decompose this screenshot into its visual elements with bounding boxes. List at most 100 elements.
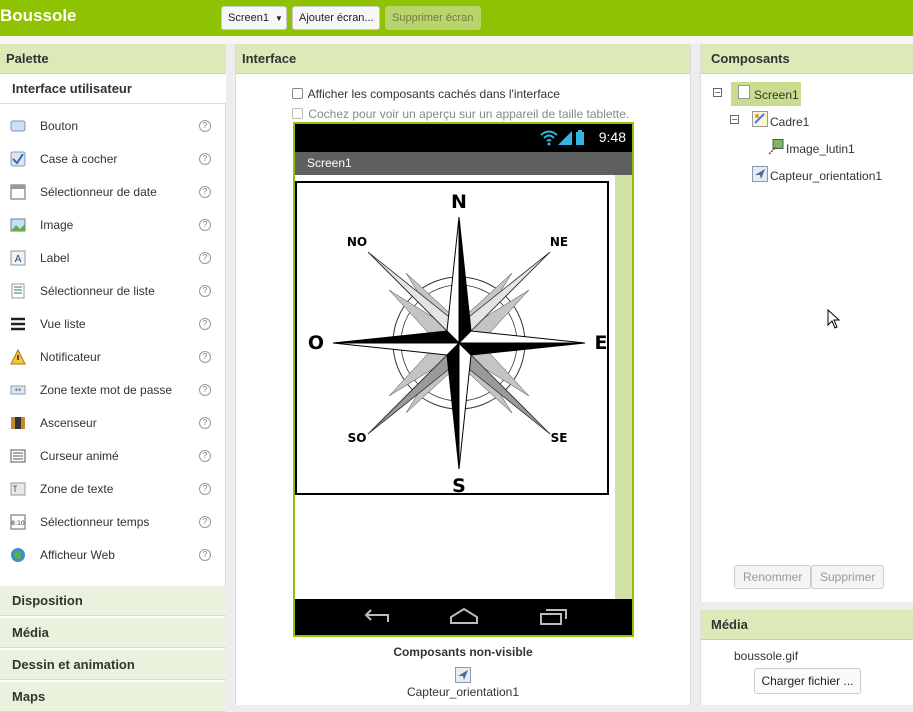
tree-item-image-lutin1[interactable]: Image_lutin1	[786, 142, 855, 156]
button-icon	[10, 120, 26, 132]
palette-item-case-à-cocher[interactable]: Case à cocher?	[0, 143, 226, 176]
back-icon[interactable]	[362, 607, 392, 627]
mouse-cursor-icon	[827, 309, 841, 329]
notifier-icon	[10, 349, 26, 365]
category-layout[interactable]: Disposition	[0, 586, 226, 616]
palette-item-label: Afficheur Web	[40, 548, 115, 562]
palette-item-label: Notificateur	[40, 350, 101, 364]
date-picker-icon	[10, 184, 26, 200]
help-icon[interactable]: ?	[199, 483, 211, 495]
canvas-icon	[752, 111, 768, 127]
palette-item-bouton[interactable]: Bouton?	[0, 110, 226, 143]
palette-item-label: Bouton	[40, 119, 79, 133]
palette-item-label[interactable]: A Label?	[0, 242, 226, 275]
list-picker-icon	[11, 283, 25, 299]
checkbox-icon	[10, 151, 26, 167]
media-file-item[interactable]: boussole.gif	[734, 649, 798, 663]
palette-item-notificateur[interactable]: Notificateur?	[0, 341, 226, 374]
image-icon	[10, 218, 26, 232]
toolbar-strip	[0, 36, 913, 44]
svg-text:**: **	[15, 387, 23, 395]
help-icon[interactable]: ?	[199, 186, 211, 198]
help-icon[interactable]: ?	[199, 120, 211, 132]
collapse-screen1-toggle[interactable]: −	[713, 88, 722, 97]
help-icon[interactable]: ?	[199, 153, 211, 165]
app-title: Boussole	[0, 6, 77, 25]
palette-item-label: Sélectionneur de date	[40, 185, 157, 199]
compass-no-label: NO	[347, 235, 367, 249]
tree-item-screen1[interactable]: Screen1	[754, 88, 799, 102]
remove-screen-button[interactable]: Supprimer écran	[385, 6, 481, 30]
status-bar: 9:48	[295, 124, 632, 152]
help-icon[interactable]: ?	[199, 351, 211, 363]
compass-so-label: SO	[348, 431, 367, 445]
screen-select-label: Screen1	[228, 12, 269, 24]
show-hidden-checkbox[interactable]	[292, 88, 303, 99]
add-screen-button[interactable]: Ajouter écran...	[292, 6, 380, 30]
palette-item-sélectionneur-de-liste[interactable]: Sélectionneur de liste?	[0, 275, 226, 308]
palette-item-image[interactable]: Image?	[0, 209, 226, 242]
screen-title-bar: Screen1	[295, 152, 632, 175]
upload-file-button[interactable]: Charger fichier ...	[754, 668, 861, 694]
palette-item-zone-texte-mot-de-passe[interactable]: ** Zone texte mot de passe?	[0, 374, 226, 407]
tree-item-cadre1[interactable]: Cadre1	[770, 115, 809, 129]
help-icon[interactable]: ?	[199, 450, 211, 462]
compass-west-label: O	[308, 332, 324, 354]
components-header: Composants	[701, 44, 913, 74]
palette-item-label: Sélectionneur de liste	[40, 284, 155, 298]
tree-item-capteur-orientation1[interactable]: Capteur_orientation1	[770, 169, 882, 183]
compass-north-label: N	[451, 191, 467, 213]
help-icon[interactable]: ?	[199, 384, 211, 396]
palette-item-afficheur-web[interactable]: Afficheur Web?	[0, 539, 226, 572]
palette-panel: Palette Interface utilisateur Bouton? Cas…	[0, 44, 226, 712]
help-icon[interactable]: ?	[199, 516, 211, 528]
password-icon: **	[10, 385, 26, 395]
palette-item-ascenseur[interactable]: Ascenseur?	[0, 407, 226, 440]
recent-apps-icon[interactable]	[539, 607, 569, 627]
help-icon[interactable]: ?	[199, 318, 211, 330]
help-icon[interactable]: ?	[199, 219, 211, 231]
viewer-header: Interface	[236, 44, 690, 74]
orientation-sensor-tree-icon	[752, 166, 768, 182]
compass-ne-label: NE	[550, 235, 568, 249]
palette-item-sélectionneur-temps[interactable]: 8:10 Sélectionneur temps?	[0, 506, 226, 539]
web-viewer-icon	[11, 548, 25, 562]
wifi-icon	[540, 130, 558, 146]
textbox-icon	[10, 482, 26, 496]
nonvisible-item-label[interactable]: Capteur_orientation1	[235, 685, 691, 699]
compass-east-label: E	[595, 332, 607, 354]
help-icon[interactable]: ?	[199, 549, 211, 561]
list-view-icon	[11, 317, 25, 331]
spinner-icon	[10, 449, 26, 463]
category-drawing-animation[interactable]: Dessin et animation	[0, 650, 226, 680]
palette-item-label: Case à cocher	[40, 152, 118, 166]
palette-item-sélectionneur-de-date[interactable]: Sélectionneur de date?	[0, 176, 226, 209]
show-hidden-option[interactable]: Afficher les composants cachés dans l'in…	[292, 87, 560, 101]
palette-item-vue-liste[interactable]: Vue liste?	[0, 308, 226, 341]
tablet-preview-checkbox[interactable]	[292, 108, 303, 119]
help-icon[interactable]: ?	[199, 417, 211, 429]
android-nav-bar	[295, 599, 632, 635]
screen-select[interactable]: Screen1 ▼	[221, 6, 287, 30]
palette-item-label: Sélectionneur temps	[40, 515, 150, 529]
battery-icon	[576, 130, 584, 145]
viewer-scrollbar[interactable]	[615, 175, 632, 599]
rename-button[interactable]: Renommer	[734, 565, 812, 589]
home-icon[interactable]	[449, 607, 479, 627]
help-icon[interactable]: ?	[199, 252, 211, 264]
image-sprite-icon	[768, 139, 784, 155]
compass-canvas[interactable]: N S E O NE NO SE SO	[295, 181, 609, 495]
delete-button[interactable]: Supprimer	[811, 565, 885, 589]
palette-item-curseur-animé[interactable]: Curseur animé?	[0, 440, 226, 473]
signal-icon	[558, 131, 572, 145]
collapse-cadre1-toggle[interactable]: −	[730, 115, 739, 124]
category-maps[interactable]: Maps	[0, 682, 226, 712]
help-icon[interactable]: ?	[199, 285, 211, 297]
tablet-preview-option[interactable]: Cochez pour voir un aperçu sur un appare…	[292, 107, 629, 121]
category-user-interface[interactable]: Interface utilisateur	[0, 74, 226, 104]
media-header: Média	[701, 610, 913, 640]
category-media[interactable]: Média	[0, 618, 226, 648]
palette-item-zone-de-texte[interactable]: Zone de texte?	[0, 473, 226, 506]
screen-icon	[738, 85, 750, 99]
orientation-sensor-icon[interactable]	[455, 667, 471, 683]
